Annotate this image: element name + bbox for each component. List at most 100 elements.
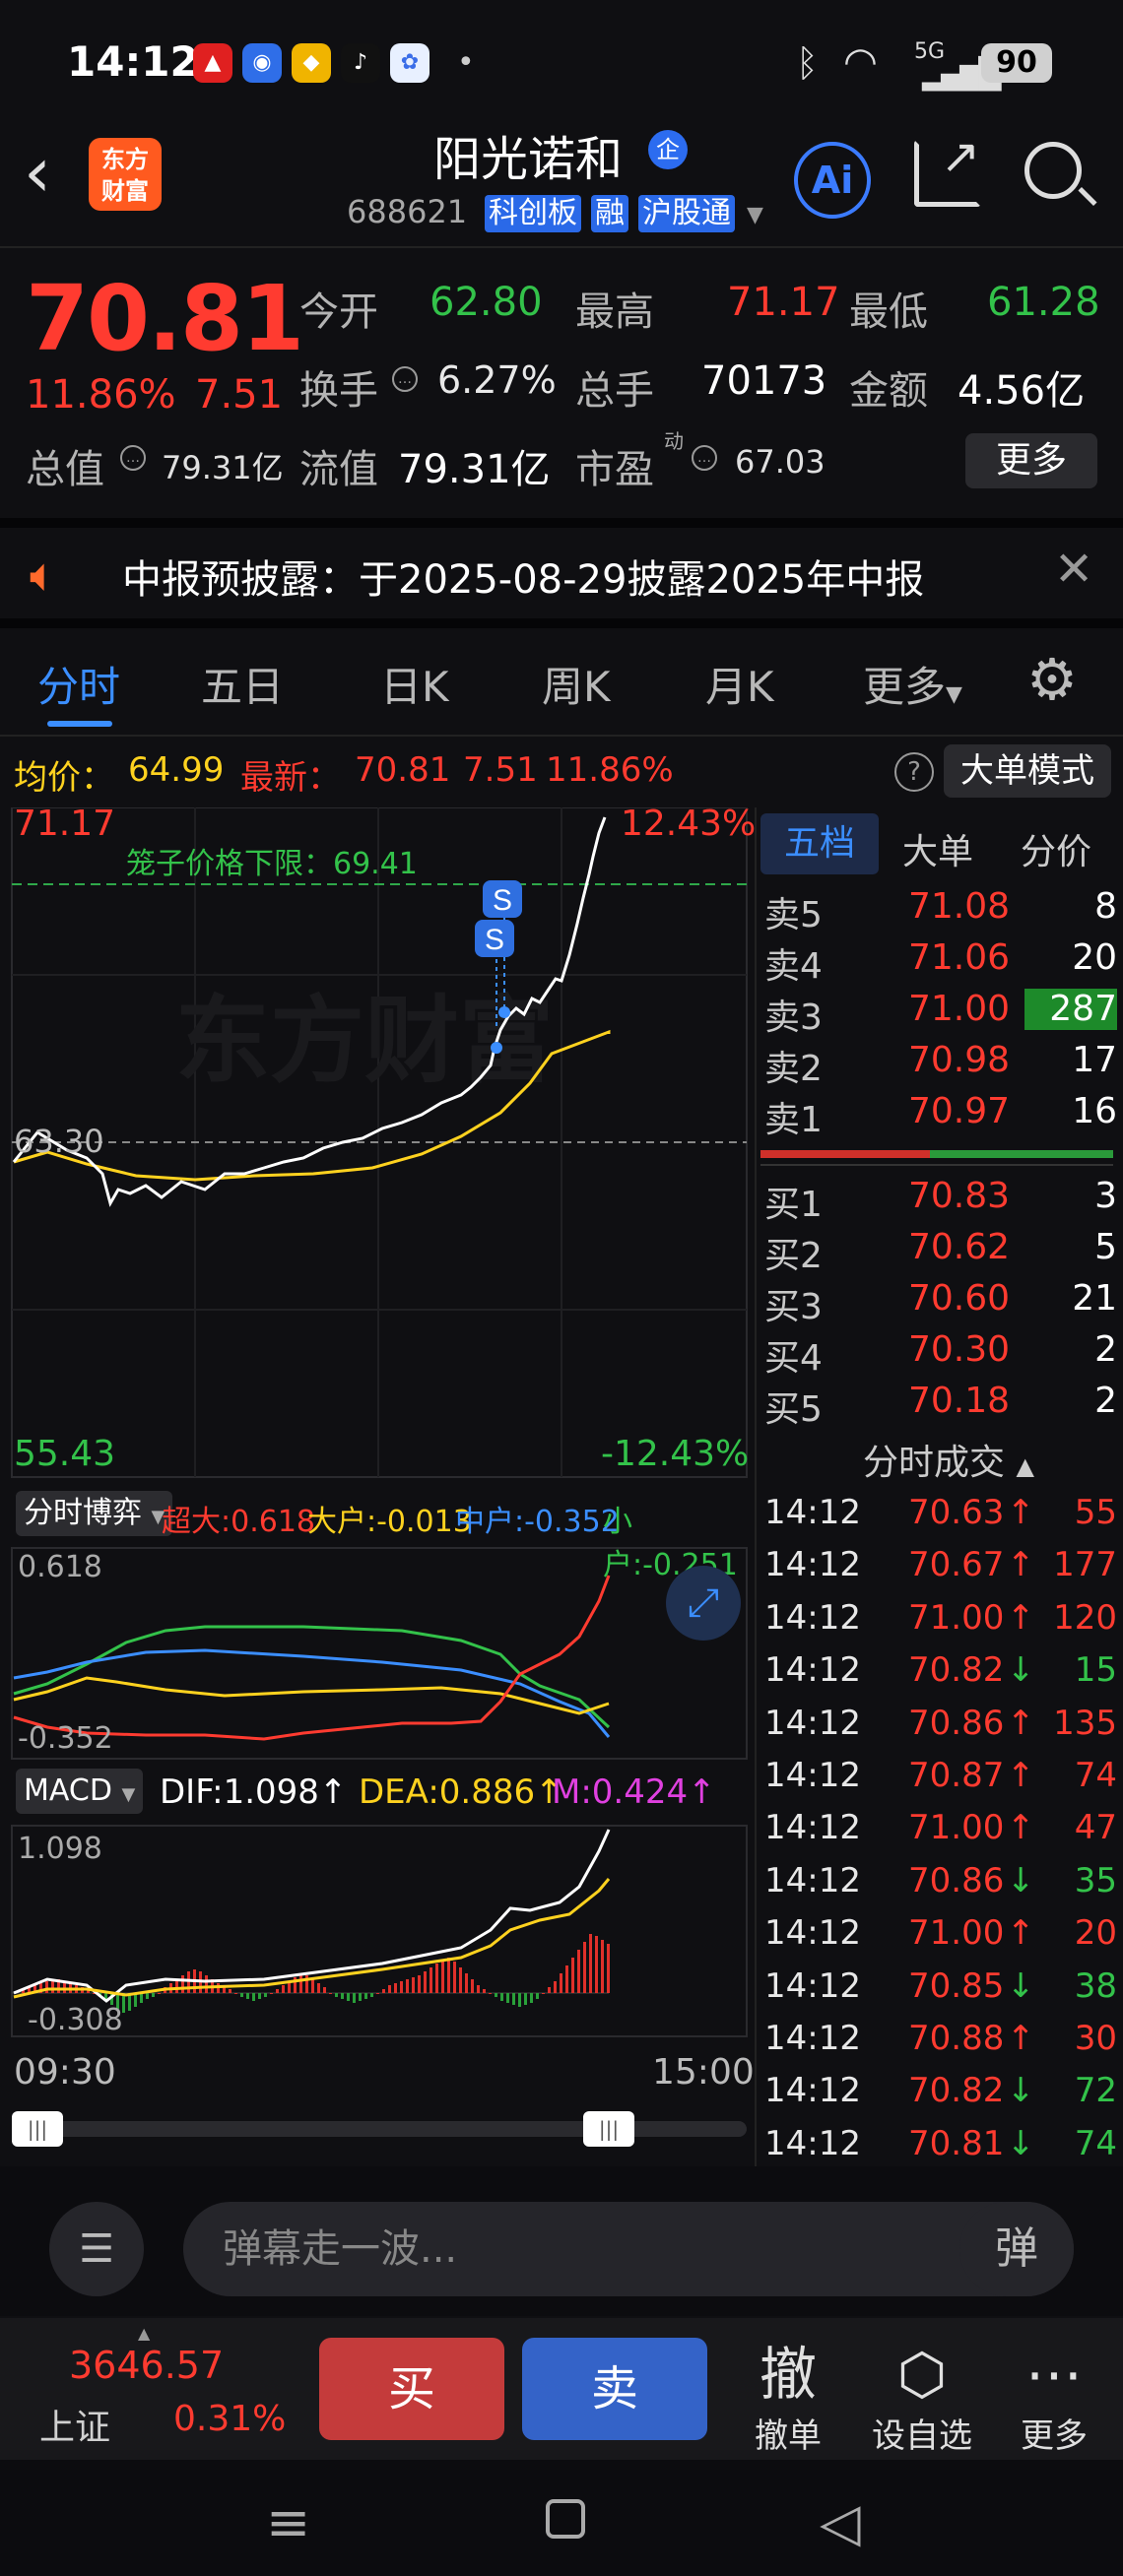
time-axis-end: 15:00 [652, 2052, 755, 2093]
amount-label: 金额 [849, 368, 928, 414]
ask-row[interactable]: 卖4 71.06 20 [764, 937, 1117, 989]
macd-bar [264, 1993, 267, 1997]
home-icon[interactable] [546, 2499, 585, 2539]
macd-bar [483, 1989, 486, 1993]
tab-five-levels[interactable]: 五档 [760, 813, 879, 874]
big-order-mode-button[interactable]: 大单模式 [944, 744, 1111, 798]
tab-weekly-k[interactable]: 周K [542, 654, 611, 714]
stock-name[interactable]: 阳光诺和 [433, 120, 623, 189]
tab-big-orders[interactable]: 大单 [902, 823, 973, 874]
tick-row[interactable]: 14:12 71.00 ↑ 47 [764, 1808, 1117, 1860]
info-icon[interactable]: … [120, 445, 146, 471]
danmu-input[interactable]: 弹幕走一波... [183, 2202, 1074, 2296]
tab-more-label: 更多 [863, 663, 947, 711]
buy-button[interactable]: 买 [319, 2338, 504, 2440]
tick-row[interactable]: 14:12 70.87 ↑ 74 [764, 1756, 1117, 1808]
tick-row[interactable]: 14:12 70.86 ↓ 35 [764, 1861, 1117, 1913]
prev-close-label: 63.30 [14, 1123, 104, 1160]
info-icon[interactable]: … [692, 445, 717, 471]
ask-row[interactable]: 卖3 71.00 287 [764, 989, 1117, 1040]
menu-icon[interactable]: ≡ [266, 2491, 310, 2553]
back-arrow-icon[interactable]: ‹ [24, 138, 51, 207]
tab-monthly-k[interactable]: 月K [705, 654, 774, 714]
status-time: 14:12 [67, 37, 199, 86]
ai-button[interactable]: Ai [794, 142, 871, 219]
danmu-toggle-button[interactable]: 弹 [959, 2202, 1074, 2296]
more-actions-button[interactable]: ⋯ 更多 [995, 2340, 1113, 2457]
tick-row[interactable]: 14:12 70.88 ↑ 30 [764, 2019, 1117, 2071]
danmu-list-icon[interactable]: ☰ [49, 2202, 144, 2296]
index-percent[interactable]: 0.31% [173, 2399, 286, 2439]
tick-volume: 35 [1074, 1860, 1117, 1900]
slider-right-handle[interactable]: ||| [583, 2111, 634, 2147]
tick-row[interactable]: 14:12 70.82 ↓ 15 [764, 1650, 1117, 1703]
macd-bar [359, 1993, 362, 2001]
bid-row[interactable]: 买4 70.30 2 [764, 1329, 1117, 1381]
macd-bar [45, 1981, 48, 1993]
announcement-text[interactable]: 中报预披露：于2025-08-29披露2025年中报 [122, 547, 924, 605]
macd-bar [565, 1965, 568, 1993]
macd-bar [146, 1993, 149, 1999]
tick-row[interactable]: 14:12 70.63 ↑ 55 [764, 1493, 1117, 1545]
bid-row[interactable]: 买1 70.83 3 [764, 1176, 1117, 1227]
tick-row[interactable]: 14:12 70.86 ↑ 135 [764, 1704, 1117, 1756]
tab-more[interactable]: 更多▼ [863, 654, 962, 714]
ticks-title[interactable]: 分时成交 ▲ [863, 1434, 1034, 1485]
up-arrow-icon: ↑ [1007, 2019, 1035, 2058]
macd-bar [477, 1985, 480, 1993]
caret-up-icon[interactable]: ▲ [138, 2324, 150, 2343]
back-icon[interactable]: ◁ [820, 2491, 861, 2553]
share-icon[interactable]: ↗ [914, 129, 981, 207]
tab-daily-k[interactable]: 日K [380, 654, 449, 714]
bid-row[interactable]: 买2 70.62 5 [764, 1227, 1117, 1278]
slider-left-handle[interactable]: ||| [12, 2111, 63, 2147]
macd-bar [282, 1985, 285, 1993]
enterprise-badge-icon: 企 [648, 130, 688, 169]
tick-time: 14:12 [764, 1756, 861, 1795]
more-notifications-icon: • [457, 45, 475, 80]
help-icon[interactable]: ? [894, 752, 934, 792]
gear-icon[interactable]: ⚙ [1026, 646, 1078, 713]
up-arrow-icon: ↑ [1007, 1756, 1035, 1795]
tab-price-distribution[interactable]: 分价 [1021, 823, 1091, 874]
macd-bar [406, 1979, 409, 1993]
tick-row[interactable]: 14:12 71.00 ↑ 20 [764, 1913, 1117, 1965]
divider [760, 1164, 1113, 1166]
tick-row[interactable]: 14:12 70.82 ↓ 72 [764, 2071, 1117, 2123]
cancel-order-label: 撤单 [755, 2416, 822, 2456]
bid-row[interactable]: 买5 70.18 2 [764, 1381, 1117, 1432]
trade-marker-dot [491, 1042, 502, 1054]
tab-intraday[interactable]: 分时 [37, 654, 120, 714]
tab-five-day[interactable]: 五日 [201, 654, 284, 714]
add-watchlist-button[interactable]: ⬡ 设自选 [863, 2340, 981, 2457]
time-range-slider[interactable] [14, 2121, 747, 2137]
close-icon[interactable]: ✕ [1054, 542, 1093, 597]
cancel-order-button[interactable]: 撤 撤单 [729, 2340, 847, 2457]
high-label: 最高 [575, 290, 654, 335]
flow-indicator-selector[interactable]: 分时博弈 ▼ [16, 1491, 173, 1536]
bid-row[interactable]: 买3 70.60 21 [764, 1278, 1117, 1329]
sell-button[interactable]: 卖 [522, 2338, 707, 2440]
macd-bar [370, 1993, 373, 1997]
tick-row[interactable]: 14:12 71.00 ↑ 120 [764, 1598, 1117, 1650]
index-name[interactable]: 上证 [39, 2399, 110, 2450]
ask-row[interactable]: 卖5 71.08 8 [764, 886, 1117, 937]
wifi-icon: ◠ [843, 39, 878, 85]
app-notification-icon: ▲ [193, 43, 232, 83]
level-volume: 16 [1072, 1091, 1117, 1131]
expand-icon[interactable]: ⤢ [666, 1566, 741, 1641]
tags-dropdown-icon[interactable]: ▼ [747, 203, 763, 227]
more-quote-button[interactable]: 更多 [965, 433, 1097, 488]
tick-row[interactable]: 14:12 70.67 ↑ 177 [764, 1545, 1117, 1597]
tick-time: 14:12 [764, 1493, 861, 1532]
ask-row[interactable]: 卖1 70.97 16 [764, 1091, 1117, 1142]
tick-row[interactable]: 14:12 70.85 ↓ 38 [764, 1966, 1117, 2019]
mktcap-value: 79.31亿 [162, 449, 284, 486]
index-value[interactable]: 3646.57 [69, 2344, 224, 2387]
ask-row[interactable]: 卖2 70.98 17 [764, 1040, 1117, 1091]
info-icon[interactable]: … [392, 366, 418, 392]
intraday-chart[interactable]: 东方财富 S S 71.17 12.43% 笼子价格下限：69.41 63.30… [8, 804, 756, 2147]
search-icon[interactable] [1024, 142, 1097, 207]
level-label: 买4 [764, 1338, 823, 1379]
macd-indicator-selector[interactable]: MACD ▼ [16, 1769, 144, 1814]
